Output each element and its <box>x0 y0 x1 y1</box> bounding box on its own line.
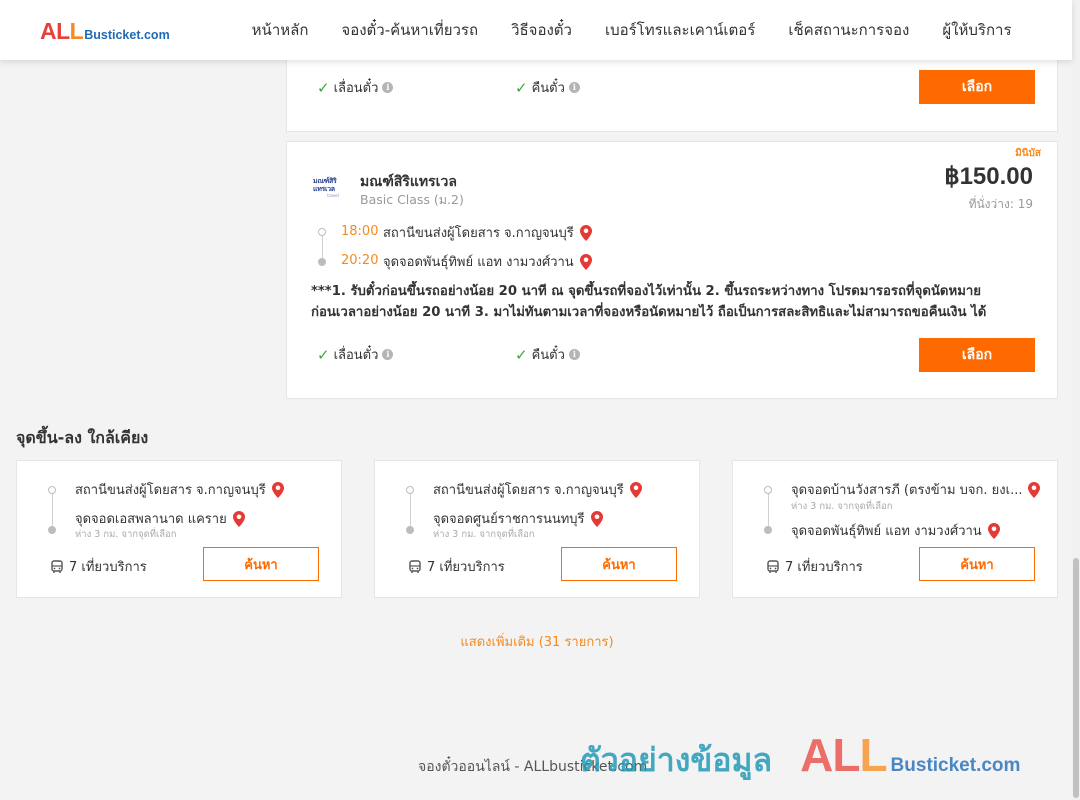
footer-text: จองตั๋วออนไลน์ - ALLbusticket.com <box>418 759 648 775</box>
watermark-logo-text: Busticket.com <box>890 755 1021 776</box>
watermark-al: AL <box>800 729 860 781</box>
available-seats: ที่นั่งว่าง: 19 <box>968 197 1033 211</box>
route-line <box>768 494 769 527</box>
route-start-dot <box>48 486 56 494</box>
nearby-from-stop: สถานีขนส่งผู้โดยสาร จ.กาญจนบุรี <box>433 479 642 500</box>
info-icon[interactable]: i <box>382 349 394 360</box>
select-button[interactable]: เลือก <box>919 338 1035 372</box>
feature-refund-ticket: ✓ คืนตั๋ว i <box>515 344 580 365</box>
nearby-to-stop: จุดจอดเอสพลานาด แคราย <box>75 508 245 529</box>
route-start-dot <box>318 228 326 236</box>
distance-note: ห่าง 3 กม. จากจุดที่เลือก <box>75 529 177 540</box>
map-pin-icon[interactable] <box>629 481 642 498</box>
nearby-card: สถานีขนส่งผู้โดยสาร จ.กาญจนบุรี จุดจอดเอ… <box>16 460 342 598</box>
map-pin-icon[interactable] <box>271 481 284 498</box>
map-pin-icon[interactable] <box>1028 481 1041 498</box>
route-end-dot <box>406 526 414 534</box>
route-end-dot <box>764 526 772 534</box>
search-button[interactable]: ค้นหา <box>203 547 319 581</box>
info-icon[interactable]: i <box>382 82 394 93</box>
map-pin-icon[interactable] <box>579 224 592 241</box>
search-button[interactable]: ค้นหา <box>561 547 677 581</box>
bus-icon <box>51 559 63 573</box>
route-end-dot <box>48 526 56 534</box>
info-icon[interactable]: i <box>568 82 580 93</box>
route-start-dot <box>764 486 772 494</box>
map-pin-icon[interactable] <box>232 510 245 527</box>
distance-note: ห่าง 3 กม. จากจุดที่เลือก <box>433 529 535 540</box>
nav-how-to-book[interactable]: วิธีจองตั๋ว <box>495 18 589 42</box>
trip-card: มินิบัส มณฑ์สิริ แทรเวล travel มณฑ์สิริแ… <box>286 141 1058 399</box>
nearby-card: สถานีขนส่งผู้โดยสาร จ.กาญจนบุรี จุดจอดศู… <box>374 460 700 598</box>
logo-l: L <box>69 18 84 44</box>
site-header: ALL Busticket.com หน้าหลัก จองตั๋ว-ค้นหา… <box>0 0 1072 60</box>
route-end-dot <box>318 258 326 266</box>
check-icon: ✓ <box>317 78 330 97</box>
nearby-from-stop: สถานีขนส่งผู้โดยสาร จ.กาญจนบุรี <box>75 479 284 500</box>
logo-text: Busticket.com <box>84 28 170 42</box>
watermark-l: L <box>859 729 887 781</box>
nav-phone-counter[interactable]: เบอร์โทรและเคาน์เตอร์ <box>588 18 771 42</box>
site-logo[interactable]: ALL Busticket.com <box>40 18 170 45</box>
arrive-stop: จุดจอดพันธุ์ทิพย์ แอท งามวงศ์วาน <box>383 251 592 272</box>
nearby-to-stop: จุดจอดศูนย์ราชการนนทบุรี <box>433 508 603 529</box>
logo-al: AL <box>40 18 70 44</box>
scrollbar-thumb[interactable] <box>1073 558 1079 798</box>
depart-stop: สถานีขนส่งผู้โดยสาร จ.กาญจนบุรี <box>383 222 592 243</box>
search-button[interactable]: ค้นหา <box>919 547 1035 581</box>
select-button[interactable]: เลือก <box>919 70 1035 104</box>
nearby-card: จุดจอดบ้านวังสารภี (ตรงข้าม บจก. ยงเ... … <box>732 460 1058 598</box>
map-pin-icon[interactable] <box>590 510 603 527</box>
trip-card-previous: ✓ เลื่อนตั๋ว i ✓ คืนตั๋ว i เลือก <box>286 56 1058 132</box>
bus-icon <box>767 559 779 573</box>
nav-home[interactable]: หน้าหลัก <box>235 18 325 42</box>
trip-count: 7 เที่ยวบริการ <box>408 556 505 577</box>
check-icon: ✓ <box>515 345 528 364</box>
route-line <box>410 494 411 527</box>
map-pin-icon[interactable] <box>987 522 1000 539</box>
feature-change-ticket: ✓ เลื่อนตั๋ว i <box>317 77 394 98</box>
arrive-time: 20:20 <box>341 253 379 268</box>
nav-book-search[interactable]: จองตั๋ว-ค้นหาเที่ยวรถ <box>325 18 495 42</box>
check-icon: ✓ <box>317 345 330 364</box>
info-icon[interactable]: i <box>568 349 580 360</box>
main-nav: หน้าหลัก จองตั๋ว-ค้นหาเที่ยวรถ วิธีจองตั… <box>235 0 1028 60</box>
feature-change-ticket: ✓ เลื่อนตั๋ว i <box>317 344 394 365</box>
nearby-from-stop: จุดจอดบ้านวังสารภี (ตรงข้าม บจก. ยงเ... <box>791 479 1041 500</box>
nav-operators[interactable]: ผู้ให้บริการ <box>926 18 1028 42</box>
trip-count: 7 เที่ยวบริการ <box>766 556 863 577</box>
distance-note: ห่าง 3 กม. จากจุดที่เลือก <box>791 501 893 512</box>
map-pin-icon[interactable] <box>579 253 592 270</box>
route-line <box>322 236 323 258</box>
operator-logo: มณฑ์สิริ แทรเวล travel <box>313 176 339 198</box>
depart-time: 18:00 <box>341 224 379 239</box>
check-icon: ✓ <box>515 78 528 97</box>
bus-class: Basic Class (ม.2) <box>360 192 464 207</box>
trip-count: 7 เที่ยวบริการ <box>50 556 147 577</box>
show-more-link[interactable]: แสดงเพิ่มเติม (31 รายการ) <box>0 631 1074 652</box>
trip-note: ***1. รับตั๋วก่อนขึ้นรถอย่างน้อย 20 นาที… <box>311 284 987 320</box>
nearby-section-title: จุดขึ้น-ลง ใกล้เคียง <box>16 428 149 447</box>
feature-refund-ticket: ✓ คืนตั๋ว i <box>515 77 580 98</box>
ticket-price: ฿150.00 <box>944 163 1033 190</box>
vehicle-type-badge: มินิบัส <box>1015 148 1041 159</box>
route-start-dot <box>406 486 414 494</box>
nav-check-status[interactable]: เช็คสถานะการจอง <box>772 18 926 42</box>
nearby-to-stop: จุดจอดพันธุ์ทิพย์ แอท งามวงศ์วาน <box>791 520 1000 541</box>
route-line <box>52 494 53 527</box>
bus-icon <box>409 559 421 573</box>
